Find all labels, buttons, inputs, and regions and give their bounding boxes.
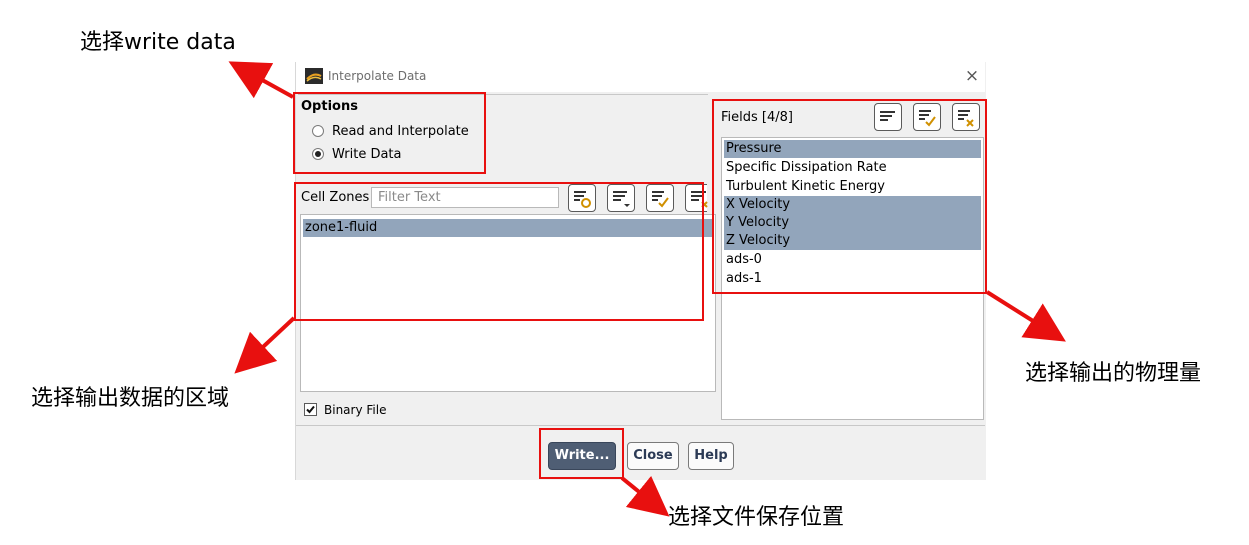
annotation-zones: 选择输出数据的区域	[31, 386, 230, 411]
annotation-arrows	[228, 61, 1066, 517]
arrow-to-write-data-label	[228, 61, 294, 99]
arrow-to-zones-label	[234, 316, 296, 374]
arrow-to-fields-label	[985, 290, 1066, 342]
annotation-fields: 选择输出的物理量	[1025, 361, 1202, 386]
annotation-save: 选择文件保存位置	[668, 505, 845, 530]
annotation-write-data: 选择write data	[80, 30, 236, 55]
arrow-to-save-label	[620, 475, 670, 517]
